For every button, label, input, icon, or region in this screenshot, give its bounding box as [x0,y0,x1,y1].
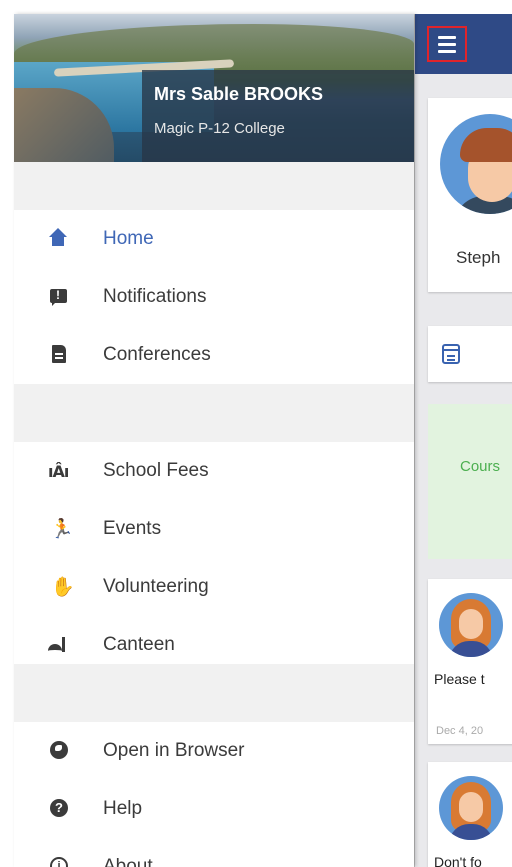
menu-item-notifications[interactable]: Notifications [14,268,414,326]
menu-item-label: Open in Browser [103,740,245,761]
avatar-hair [460,128,512,162]
menu-item-label: About [103,856,153,867]
navigation-drawer: Mrs Sable BROOKS Magic P-12 College Home… [14,14,414,867]
section-divider [14,384,414,442]
menu-item-label: Notifications [103,286,207,307]
student-profile-card[interactable]: Steph [428,98,512,292]
menu-item-label: Help [103,798,143,819]
globe-icon [48,741,70,761]
menu-item-help[interactable]: ? Help [14,780,414,838]
menu-item-home[interactable]: Home [14,210,414,268]
message-text: Please t [434,671,485,687]
menu-item-label: Home [103,228,154,249]
menu-item-volunteering[interactable]: ✋ Volunteering [14,558,414,616]
hamburger-menu-button[interactable] [427,26,467,62]
menu-item-conferences[interactable]: Conferences [14,326,414,384]
menu-item-label: Canteen [103,634,175,655]
menu-icon-bar [438,42,456,46]
avatar-face [459,609,483,639]
student-avatar [440,114,512,214]
app-bar [415,14,512,74]
document-icon [48,345,70,365]
message-card[interactable]: Don't fo [428,762,512,867]
menu-item-label: Events [103,518,162,539]
student-name: Steph [456,248,501,267]
school-name: Magic P-12 College [154,120,285,137]
drawer-header: Mrs Sable BROOKS Magic P-12 College [14,14,414,162]
menu-icon-bar [438,49,456,53]
menu-icon-bar [438,35,456,39]
menu-group-school: ıÂı School Fees 🏃 Events ✋ Volunteering … [14,442,414,674]
menu-item-about[interactable]: i About [14,838,414,867]
menu-item-label: School Fees [103,460,209,481]
teacher-avatar [439,776,503,840]
menu-group-main: Home Notifications Conferences [14,210,414,384]
canteen-food-icon [48,635,70,655]
user-name: Mrs Sable BROOKS [154,84,324,104]
message-card[interactable]: Please t Dec 4, 20 [428,579,512,744]
calendar-icon [442,344,460,364]
avatar-face [459,792,483,822]
message-date: Dec 4, 20 [436,725,484,737]
course-card[interactable]: Cours [428,404,512,559]
school-fees-icon: ıÂı [48,462,69,481]
menu-item-label: Volunteering [103,576,209,597]
menu-item-events[interactable]: 🏃 Events [14,500,414,558]
section-divider [14,664,414,722]
message-text: Don't fo [434,854,482,867]
menu-group-support: Open in Browser ? Help i About [14,722,414,867]
background-app: Steph Cours Please t Dec 4, 20 Don't fo [414,14,512,867]
course-text: Cours [460,458,501,475]
running-figure-icon: 🏃 [50,518,74,540]
help-icon: ? [48,799,70,819]
section-divider [14,162,414,210]
calendar-card[interactable] [428,326,512,382]
info-icon: i [48,857,70,867]
hand-icon: ✋ [51,576,75,598]
notification-alert-icon [48,287,70,307]
teacher-avatar [439,593,503,657]
menu-item-open-in-browser[interactable]: Open in Browser [14,722,414,780]
menu-item-school-fees[interactable]: ıÂı School Fees [14,442,414,500]
home-icon [48,228,70,249]
menu-item-label: Conferences [103,344,211,365]
